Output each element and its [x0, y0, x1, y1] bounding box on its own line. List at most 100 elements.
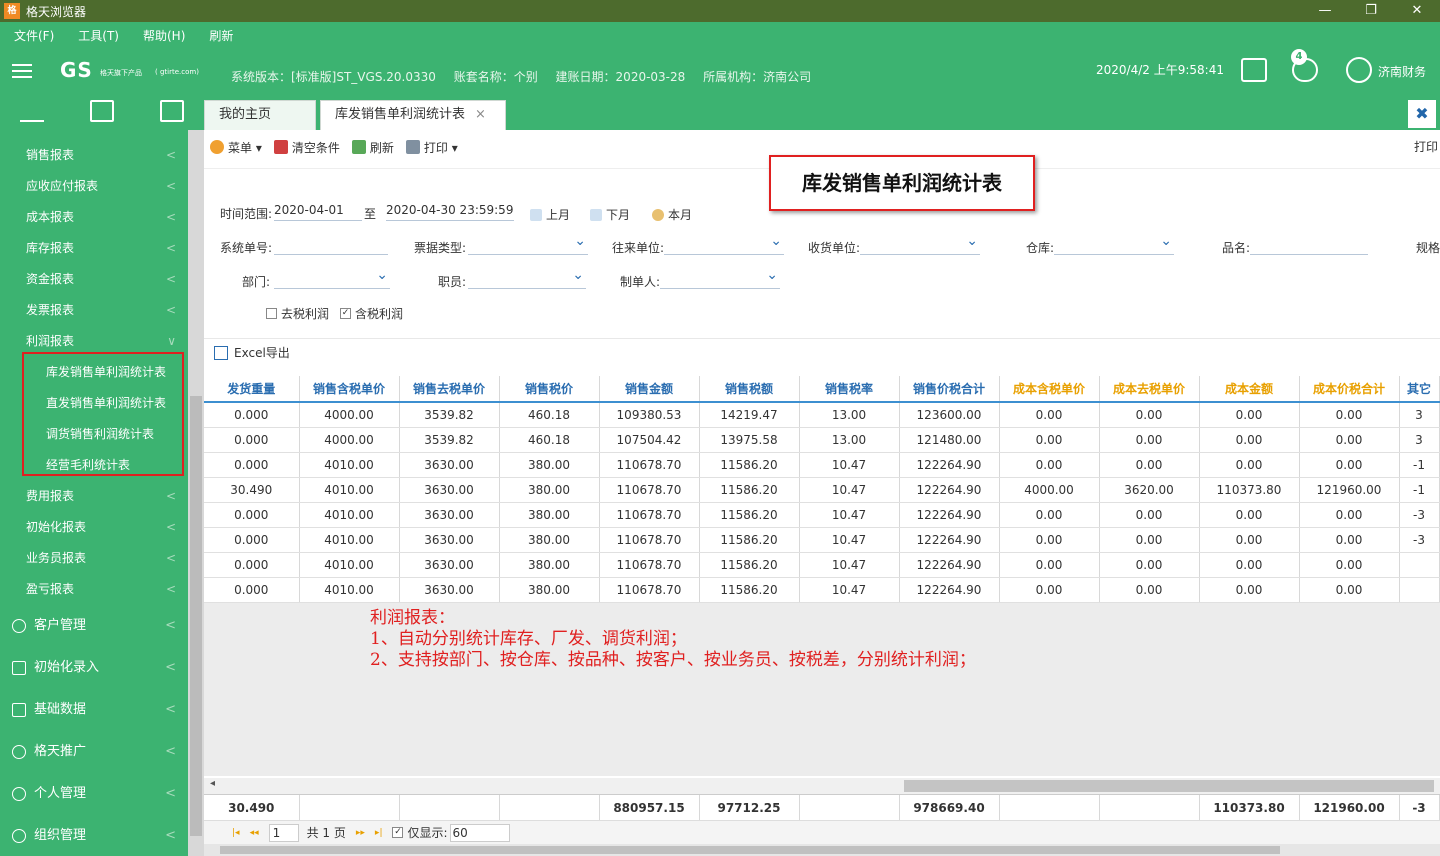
scroll-left-icon[interactable]: ◂ — [210, 778, 215, 789]
col-header[interactable]: 销售税率 — [799, 376, 900, 403]
first-page-button[interactable]: |◂ — [232, 828, 240, 838]
restore-button[interactable]: ❐ — [1348, 0, 1394, 22]
this-month-button[interactable]: 本月 — [652, 206, 692, 223]
no-tax-profit-checkbox[interactable]: 去税利润 — [266, 305, 329, 322]
table-cell: 0.00 — [999, 502, 1100, 528]
col-header[interactable]: 其它 — [1399, 376, 1440, 403]
table-row[interactable]: 0.000 4010.00 3630.00 380.00 110678.70 11586.… — [204, 527, 1440, 553]
notes-icon[interactable] — [1241, 58, 1267, 82]
hamburger-menu-icon[interactable] — [12, 64, 40, 78]
window-close-button[interactable]: ✕ — [1394, 0, 1440, 22]
sidebar-search-icon[interactable] — [90, 100, 114, 122]
bottom-scrollbar[interactable] — [204, 844, 1440, 856]
refresh-button[interactable]: 刷新 — [351, 139, 394, 156]
grid-horizontal-scrollbar[interactable]: ◂ — [204, 778, 1440, 794]
minimize-button[interactable]: — — [1302, 0, 1348, 22]
col-header[interactable]: 销售税额 — [699, 376, 800, 403]
sidebar-item-cost-report[interactable]: 成本报表 < — [0, 202, 188, 233]
col-header[interactable]: 销售税价 — [499, 376, 600, 403]
col-header[interactable]: 成本价税合计 — [1299, 376, 1400, 403]
sidebar-item-invoice-report[interactable]: 发票报表 < — [0, 295, 188, 326]
product-input[interactable] — [1250, 237, 1368, 255]
sidebar-scrollbar[interactable] — [188, 130, 204, 856]
sidebar-group-init-entry[interactable]: 初始化录入 < — [0, 647, 188, 689]
next-month-button[interactable]: 下月 — [590, 206, 630, 223]
tab-label: 我的主页 — [219, 107, 272, 122]
sidebar-group-promotion[interactable]: 格天推广 < — [0, 731, 188, 773]
sidebar-group-customer[interactable]: 客户管理 < — [0, 605, 188, 647]
table-cell: 0.00 — [1099, 402, 1200, 428]
date-from-input[interactable]: 2020-04-01 — [274, 203, 362, 221]
col-header[interactable]: 成本去税单价 — [1099, 376, 1200, 403]
sidebar-item-init-report[interactable]: 初始化报表 < — [0, 512, 188, 543]
prev-month-button[interactable]: 上月 — [530, 206, 570, 223]
tab-close-icon[interactable]: × — [475, 107, 486, 122]
table-row[interactable]: 0.000 4010.00 3630.00 380.00 110678.70 11586.… — [204, 452, 1440, 478]
tab-warehouse-sales-profit[interactable]: 库发销售单利润统计表 × — [320, 100, 506, 130]
user-avatar-icon[interactable] — [1346, 57, 1372, 83]
sidebar-group-personal[interactable]: 个人管理 < — [0, 773, 188, 815]
page-number-input[interactable]: 1 — [268, 823, 299, 842]
excel-export-button[interactable]: Excel导出 — [234, 344, 290, 361]
sidebar-scrollbar-thumb[interactable] — [190, 396, 202, 836]
table-cell: 10.47 — [799, 502, 900, 528]
show-only-checkbox[interactable]: ✓ 仅显示: — [392, 824, 448, 841]
table-cell: 0.00 — [1199, 527, 1300, 553]
maker-select[interactable] — [660, 267, 780, 289]
table-row[interactable]: 0.000 4000.00 3539.82 460.18 107504.42 13975.… — [204, 427, 1440, 453]
doc-no-input[interactable] — [274, 237, 388, 255]
partner-select[interactable] — [664, 233, 784, 255]
table-row[interactable]: 0.000 4010.00 3630.00 380.00 110678.70 11586.… — [204, 552, 1440, 578]
dept-select[interactable] — [274, 267, 390, 289]
col-header[interactable]: 销售含税单价 — [299, 376, 400, 403]
col-header[interactable]: 销售价税合计 — [899, 376, 1000, 403]
table-row[interactable]: 0.000 4000.00 3539.82 460.18 109380.53 14219.… — [204, 402, 1440, 428]
warehouse-select[interactable] — [1054, 233, 1174, 255]
sidebar-item-expense-report[interactable]: 费用报表 < — [0, 481, 188, 512]
prev-page-button[interactable]: ◂◂ — [250, 828, 259, 838]
sidebar-item-sales-report[interactable]: 销售报表 < — [0, 140, 188, 171]
menu-button[interactable]: 菜单 ▾ — [210, 139, 262, 156]
menu-tools[interactable]: 工具(T) — [78, 27, 119, 44]
menu-file[interactable]: 文件(F) — [14, 27, 54, 44]
tab-home[interactable]: 我的主页 — [204, 100, 316, 130]
sidebar-group-base-data[interactable]: 基础数据 < — [0, 689, 188, 731]
sidebar-group-organization[interactable]: 组织管理 < — [0, 815, 188, 856]
table-row[interactable]: 0.000 4010.00 3630.00 380.00 110678.70 11586.… — [204, 577, 1440, 603]
print-button[interactable]: 打印 ▾ — [405, 139, 458, 156]
user-name[interactable]: 济南财务 — [1378, 63, 1426, 80]
sidebar-item-salesman-report[interactable]: 业务员报表 < — [0, 543, 188, 574]
receiver-select[interactable] — [860, 233, 980, 255]
next-page-button[interactable]: ▸▸ — [356, 828, 365, 838]
close-all-tabs-icon[interactable]: ✖ — [1408, 100, 1436, 128]
sidebar-item-fund-report[interactable]: 资金报表 < — [0, 264, 188, 295]
table-row[interactable]: 0.000 4010.00 3630.00 380.00 110678.70 11586.… — [204, 502, 1440, 528]
date-to-input[interactable]: 2020-04-30 23:59:59 — [386, 203, 514, 221]
table-row[interactable]: 30.490 4010.00 3630.00 380.00 110678.70 11586… — [204, 477, 1440, 503]
menu-refresh[interactable]: 刷新 — [209, 27, 233, 44]
last-page-button[interactable]: ▸| — [375, 828, 383, 838]
with-tax-profit-checkbox[interactable]: ✓ 含税利润 — [340, 305, 403, 322]
sidebar-add-icon[interactable] — [160, 100, 184, 122]
staff-select[interactable] — [468, 267, 586, 289]
menu-help[interactable]: 帮助(H) — [143, 27, 185, 44]
sidebar-item-inventory-report[interactable]: 库存报表 < — [0, 233, 188, 264]
col-header[interactable]: 销售金额 — [599, 376, 700, 403]
print-template-button[interactable]: 打印 — [1414, 138, 1438, 155]
col-header[interactable]: 销售去税单价 — [399, 376, 500, 403]
grid-scrollbar-thumb[interactable] — [904, 780, 1434, 792]
sidebar-item-pnl-report[interactable]: 盈亏报表 < — [0, 574, 188, 605]
sidebar-item-ar-ap-report[interactable]: 应收应付报表 < — [0, 171, 188, 202]
col-header[interactable]: 成本含税单价 — [999, 376, 1100, 403]
maker-label: 制单人: — [620, 275, 661, 289]
col-header[interactable]: 成本金额 — [1199, 376, 1300, 403]
bill-type-select[interactable] — [468, 233, 588, 255]
table-cell: 0.00 — [999, 552, 1100, 578]
page-size-input[interactable]: 60 — [449, 823, 510, 842]
clear-conditions-button[interactable]: 清空条件 — [273, 139, 340, 156]
bottom-scrollbar-thumb[interactable] — [220, 846, 1280, 854]
sidebar-collapse-icon[interactable] — [20, 100, 44, 122]
product-label: 品名: — [1222, 241, 1251, 255]
col-header[interactable]: 发货重量 — [204, 376, 300, 403]
table-cell: 380.00 — [499, 577, 600, 603]
